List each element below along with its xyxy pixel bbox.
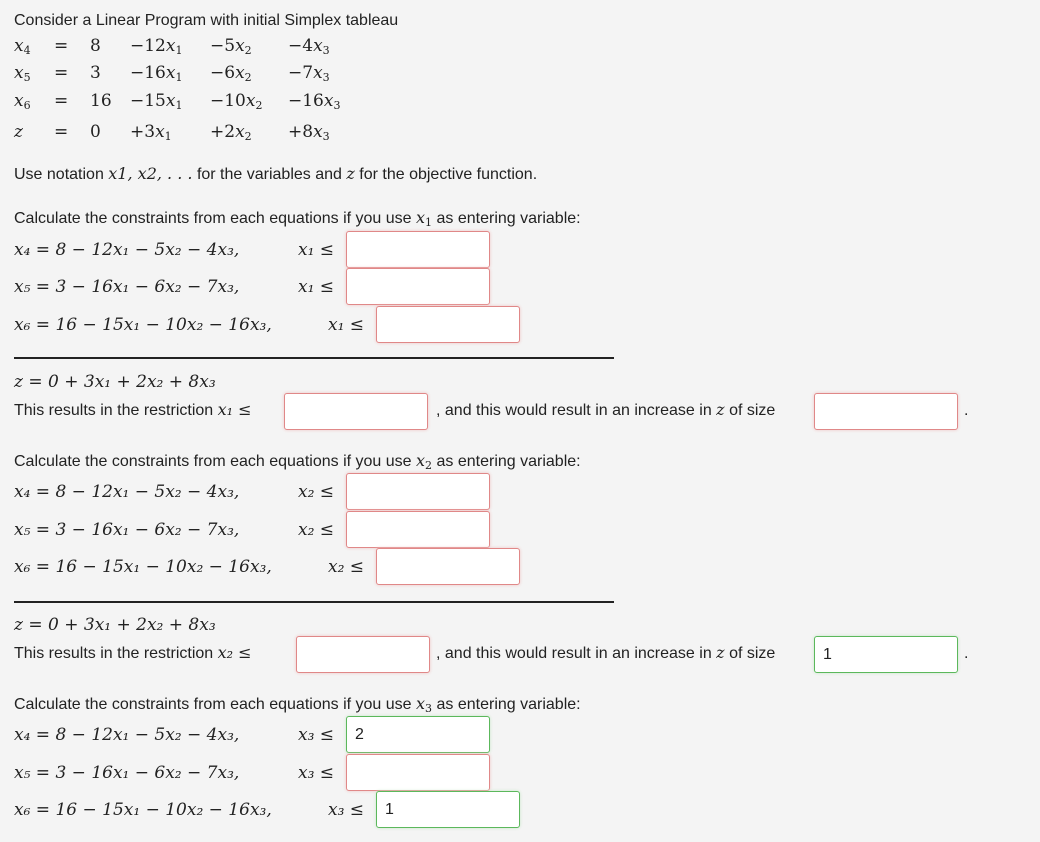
bound-label: x₁ ≤	[328, 315, 365, 335]
objective-equation: z = 0 + 3x₁ + 2x₂ + 8x₃	[14, 615, 216, 635]
tableau-term: −16x1	[130, 63, 183, 84]
tableau-term: −7x3	[288, 63, 330, 84]
tableau-row: x4 = 8 −12x1 −5x2 −4x3	[14, 36, 330, 57]
constraint-equation: x₅ = 3 − 16x₁ − 6x₂ − 7x₃,	[14, 277, 240, 297]
period: .	[964, 402, 969, 419]
tableau-row: x5 = 3 −16x1 −6x2 −7x3	[14, 63, 330, 84]
bound-label: x₁ ≤	[298, 240, 335, 260]
constraint-equation: x₄ = 8 − 12x₁ − 5x₂ − 4x₃,	[14, 725, 240, 745]
divider	[14, 601, 614, 603]
bound-label: x₁ ≤	[298, 277, 335, 297]
constraint-input[interactable]	[346, 268, 490, 305]
period: .	[964, 645, 969, 662]
constraint-input[interactable]	[346, 754, 490, 791]
restriction-input[interactable]	[284, 393, 428, 430]
constraint-input[interactable]	[376, 791, 520, 828]
constraint-equation: x₆ = 16 − 15x₁ − 10x₂ − 16x₃,	[14, 557, 272, 577]
tableau-term: −10x2	[210, 91, 263, 112]
tableau-term: +8x3	[288, 122, 330, 143]
constraint-equation: x₆ = 16 − 15x₁ − 10x₂ − 16x₃,	[14, 315, 272, 335]
constraint-equation: x₅ = 3 − 16x₁ − 6x₂ − 7x₃,	[14, 520, 240, 540]
constraint-equation: x₄ = 8 − 12x₁ − 5x₂ − 4x₃,	[14, 482, 240, 502]
section-heading: Calculate the constraints from each equa…	[14, 694, 581, 715]
tableau-term: +3x1	[130, 122, 172, 143]
bound-label: x₃ ≤	[298, 763, 335, 783]
constraint-input[interactable]	[346, 511, 490, 548]
constraint-equation: x₄ = 8 − 12x₁ − 5x₂ − 4x₃,	[14, 240, 240, 260]
constraint-input[interactable]	[346, 716, 490, 753]
bound-label: x₂ ≤	[298, 482, 335, 502]
restriction-text: This results in the restriction x₂ ≤	[14, 643, 252, 662]
restriction-text: This results in the restriction x₁ ≤	[14, 400, 252, 419]
divider	[14, 357, 614, 359]
bound-label: x₂ ≤	[328, 557, 365, 577]
constraint-input[interactable]	[376, 306, 520, 343]
tableau-term: +2x2	[210, 122, 252, 143]
constraint-input[interactable]	[346, 473, 490, 510]
bound-label: x₃ ≤	[328, 800, 365, 820]
constraint-equation: x₅ = 3 − 16x₁ − 6x₂ − 7x₃,	[14, 763, 240, 783]
constraint-input[interactable]	[346, 231, 490, 268]
intro-text: Consider a Linear Program with initial S…	[14, 12, 399, 29]
increase-text: , and this would result in an increase i…	[436, 400, 776, 419]
tableau-objective-row: z = 0 +3x1 +2x2 +8x3	[14, 122, 330, 143]
tableau-term: −6x2	[210, 63, 252, 84]
increase-input[interactable]	[814, 636, 958, 673]
constraint-input[interactable]	[376, 548, 520, 585]
tableau-term: −15x1	[130, 91, 183, 112]
bound-label: x₃ ≤	[298, 725, 335, 745]
tableau-row: x6 = 16 −15x1 −10x2 −16x3	[14, 91, 341, 112]
constraint-equation: x₆ = 16 − 15x₁ − 10x₂ − 16x₃,	[14, 800, 272, 820]
bound-label: x₂ ≤	[298, 520, 335, 540]
increase-text: , and this would result in an increase i…	[436, 643, 776, 662]
restriction-input[interactable]	[296, 636, 430, 673]
tableau-term: −12x1	[130, 36, 183, 57]
increase-input[interactable]	[814, 393, 958, 430]
notation-text: Use notation x1, x2, . . . for the varia…	[14, 164, 538, 183]
tableau-term: −4x3	[288, 36, 330, 57]
section-heading: Calculate the constraints from each equa…	[14, 451, 581, 472]
tableau-term: −5x2	[210, 36, 252, 57]
tableau-term: −16x3	[288, 91, 341, 112]
section-heading: Calculate the constraints from each equa…	[14, 208, 581, 229]
objective-equation: z = 0 + 3x₁ + 2x₂ + 8x₃	[14, 372, 216, 392]
